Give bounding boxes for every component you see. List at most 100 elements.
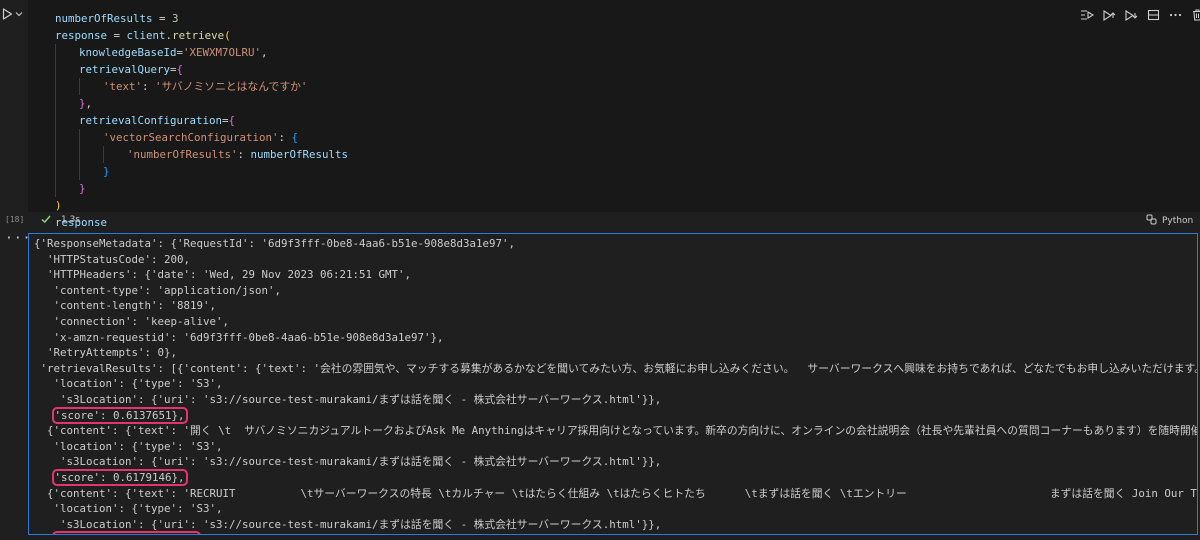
code-line: numberOfResults = 3 bbox=[55, 10, 348, 27]
output-line: 'location': {'type': 'S3', bbox=[34, 439, 1197, 455]
code-token: } bbox=[79, 182, 86, 195]
indent-guide bbox=[55, 95, 79, 112]
indent-guide bbox=[55, 44, 79, 61]
code-token: ( bbox=[224, 29, 231, 42]
output-text-span: 'content-type': 'application/json', bbox=[34, 283, 282, 297]
code-line: retrievalQuery={ bbox=[55, 61, 348, 78]
code-token: ) bbox=[55, 199, 62, 212]
cell-status-bar: [18] 1.3s Python bbox=[0, 212, 1200, 230]
code-token: 'text' bbox=[103, 80, 143, 93]
code-token: = bbox=[107, 29, 127, 42]
indent-guide bbox=[55, 61, 79, 78]
code-token: { bbox=[228, 114, 236, 127]
output-line: 'content-length': '8819', bbox=[34, 298, 1197, 314]
code-token: response bbox=[55, 29, 108, 42]
code-token: 'numberOfResults' bbox=[127, 148, 238, 161]
output-text-span: 'connection': 'keep-alive', bbox=[34, 314, 230, 328]
language-label: Python bbox=[1162, 216, 1194, 226]
indent-guide bbox=[79, 146, 103, 163]
code-token: { bbox=[291, 131, 299, 144]
execute-below-icon[interactable] bbox=[1122, 7, 1140, 23]
output-text-span: {'ResponseMetadata': {'RequestId': '6d9f… bbox=[34, 237, 516, 250]
python-kernel-icon bbox=[1146, 214, 1157, 228]
output-text-span: 'x-amzn-requestid': '6d9f3fff-0be8-4aa6-… bbox=[34, 330, 444, 344]
output-line: 's3Location': {'uri': 's3://source-test-… bbox=[34, 392, 1197, 408]
code-token: 'vectorSearchConfiguration' bbox=[103, 131, 279, 144]
output-line: 'score': 0.6137651}, bbox=[34, 406, 1197, 424]
execution-duration: 1.3s bbox=[61, 215, 81, 225]
code-editor[interactable]: numberOfResults = 3 response = client.ret… bbox=[28, 0, 1200, 229]
output-line: 'location': {'type': 'S3', bbox=[34, 376, 1197, 392]
more-icon[interactable] bbox=[1166, 7, 1184, 23]
execution-count: [18] bbox=[5, 215, 25, 224]
code-line: knowledgeBaseId='XEWXM7OLRU', bbox=[55, 44, 348, 61]
score-highlight: 'score': 0.6137651}, bbox=[51, 406, 188, 424]
code-token: numberOfResults bbox=[55, 12, 153, 25]
code-token: , bbox=[261, 46, 268, 59]
run-by-line-icon[interactable] bbox=[1078, 7, 1096, 23]
code-token: numberOfResults bbox=[250, 148, 349, 161]
output-line: {'content': {'text': 'RECRUIT \tサーバーワークス… bbox=[34, 486, 1197, 502]
indent-guide bbox=[55, 146, 79, 163]
code-line: 'text': 'サバノミソニとはなんですか' bbox=[55, 78, 348, 95]
indent-guide bbox=[79, 129, 103, 146]
output-text-span: 'location': {'type': 'S3', bbox=[34, 377, 223, 391]
code-token: retrievalConfiguration bbox=[79, 114, 223, 127]
output-text-span: 'location': {'type': 'S3', bbox=[34, 502, 223, 516]
output-line: 'location': {'type': 'S3', bbox=[34, 501, 1197, 517]
code-token: = bbox=[152, 12, 173, 25]
output-text-span: 'HTTPStatusCode': 200, bbox=[34, 252, 191, 266]
indent-guide bbox=[55, 180, 79, 197]
chevron-down-icon[interactable] bbox=[14, 7, 24, 21]
output-line: 'score': 0.63206303}]} bbox=[34, 531, 1197, 534]
indent-guide bbox=[55, 78, 79, 95]
run-controls bbox=[0, 4, 28, 24]
execute-above-icon[interactable] bbox=[1100, 7, 1118, 23]
code-token: retrievalQuery bbox=[79, 63, 171, 76]
output-line: 's3Location': {'uri': 's3://source-test-… bbox=[34, 517, 1197, 533]
code-token: : bbox=[142, 80, 156, 93]
output-line: {'content': {'text': '開く \t サバノミソニカジュアルト… bbox=[34, 423, 1198, 439]
delete-icon[interactable] bbox=[1188, 7, 1200, 23]
code-token: knowledgeBaseId bbox=[79, 46, 177, 59]
output-line: 'content-type': 'application/json', bbox=[34, 283, 1197, 299]
code-line: 'vectorSearchConfiguration': { bbox=[55, 129, 348, 146]
score-highlight: 'score': 0.6179146}, bbox=[51, 468, 188, 486]
kernel-language[interactable]: Python bbox=[1146, 214, 1193, 228]
indent-guide bbox=[79, 78, 103, 95]
output-line: 'retrievalResults': [{'content': {'text'… bbox=[34, 361, 1198, 377]
output-line: 'HTTPHeaders': {'date': 'Wed, 29 Nov 202… bbox=[34, 267, 1197, 283]
output-indent bbox=[34, 471, 54, 484]
output-line: {'ResponseMetadata': {'RequestId': '6d9f… bbox=[34, 236, 1197, 252]
output-line: 'RetryAttempts': 0}, bbox=[34, 345, 1197, 361]
output-line: 'HTTPStatusCode': 200, bbox=[34, 252, 1197, 268]
split-cell-icon[interactable] bbox=[1144, 7, 1162, 23]
code-line: retrievalConfiguration={ bbox=[55, 112, 348, 129]
cell-toolbar bbox=[1078, 6, 1200, 24]
code-token: , bbox=[85, 97, 93, 110]
code-token: : bbox=[278, 131, 292, 144]
indent-guide bbox=[79, 163, 103, 180]
check-icon bbox=[40, 213, 52, 228]
output-text-span: 'content-length': '8819', bbox=[34, 299, 217, 313]
code-line: 'numberOfResults': numberOfResults bbox=[55, 146, 348, 163]
output-line: 'score': 0.6179146}, bbox=[34, 468, 1197, 486]
output-text-span: 's3Location': {'uri': 's3://source-test-… bbox=[34, 392, 662, 406]
output-indent bbox=[34, 533, 54, 534]
output-text-span: {'content': {'text': '開く \t サバノミソニカジュアルト… bbox=[34, 424, 1198, 438]
indent-guide bbox=[103, 146, 127, 163]
code-token: client bbox=[126, 29, 166, 42]
output-text-span: 'RetryAttempts': 0}, bbox=[34, 346, 178, 360]
code-token: 'XEWXM7OLRU' bbox=[183, 46, 262, 59]
code-token: : bbox=[237, 148, 251, 161]
output-text-span: 's3Location': {'uri': 's3://source-test-… bbox=[34, 455, 662, 469]
output-text-span: 'location': {'type': 'S3', bbox=[34, 439, 223, 453]
code-line: }, bbox=[55, 95, 348, 112]
code-token: { bbox=[176, 63, 184, 76]
output-area[interactable]: {'ResponseMetadata': {'RequestId': '6d9f… bbox=[28, 233, 1198, 535]
run-icon[interactable] bbox=[0, 7, 14, 21]
indent-guide bbox=[55, 112, 79, 129]
code-cell[interactable]: numberOfResults = 3 response = client.ret… bbox=[0, 0, 1200, 230]
output-cell: ··· {'ResponseMetadata': {'RequestId': '… bbox=[0, 230, 1200, 540]
indent-guide bbox=[55, 129, 79, 146]
